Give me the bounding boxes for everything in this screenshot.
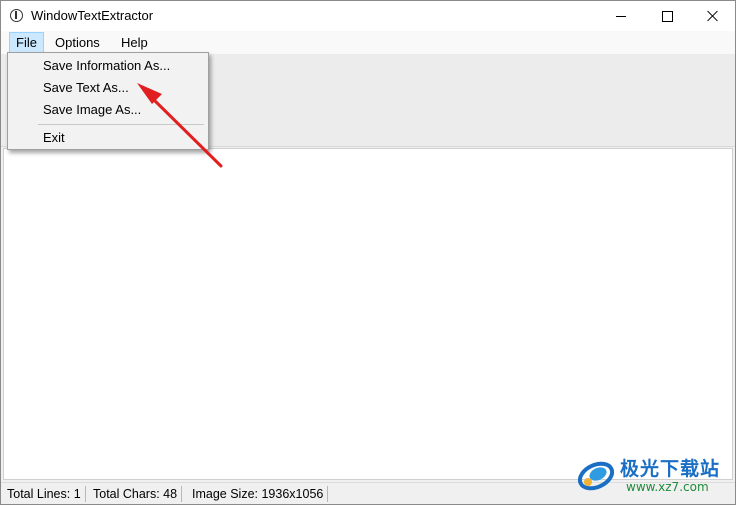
menu-bar: File Options Help — [1, 31, 735, 54]
minimize-button[interactable] — [598, 1, 644, 31]
watermark: 极光下载站 www.xz7.com — [576, 452, 732, 500]
title-bar[interactable]: WindowTextExtractor — [1, 1, 735, 31]
close-button[interactable] — [690, 1, 735, 31]
status-total-chars: Total Chars: 48 — [89, 486, 183, 502]
menu-options[interactable]: Options — [49, 33, 106, 53]
menu-item-save-text[interactable]: Save Text As... — [43, 78, 129, 98]
menu-item-exit[interactable]: Exit — [43, 128, 65, 148]
watermark-url: www.xz7.com — [626, 480, 709, 494]
menu-file[interactable]: File — [9, 32, 44, 54]
app-icon — [10, 9, 23, 22]
close-icon — [707, 10, 719, 22]
minimize-icon — [616, 15, 626, 17]
maximize-button[interactable] — [644, 1, 690, 31]
menu-item-save-information[interactable]: Save Information As... — [43, 56, 170, 76]
status-total-lines: Total Lines: 1 — [3, 486, 86, 502]
file-menu-dropdown: Save Information As... Save Text As... S… — [7, 52, 209, 150]
menu-separator — [38, 124, 204, 125]
maximize-icon — [661, 10, 673, 22]
watermark-name: 极光下载站 — [620, 458, 721, 480]
watermark-logo-icon — [577, 461, 615, 491]
status-image-size: Image Size: 1936x1056 — [188, 486, 329, 502]
window-title: WindowTextExtractor — [31, 8, 154, 23]
text-output-area[interactable] — [3, 148, 733, 480]
menu-item-save-image[interactable]: Save Image As... — [43, 100, 141, 120]
menu-help[interactable]: Help — [115, 33, 154, 53]
